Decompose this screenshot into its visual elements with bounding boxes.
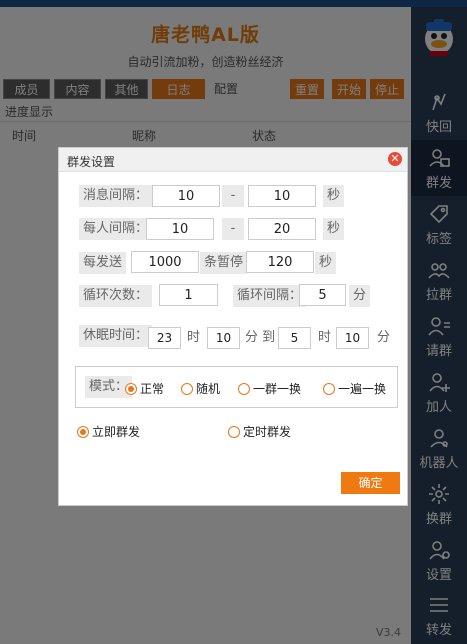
radio-label: 随机 <box>196 382 221 396</box>
loop-interval-input[interactable] <box>299 284 346 306</box>
seconds-unit: 秒 <box>323 185 345 207</box>
radio-label: 一群一换 <box>253 382 302 396</box>
confirm-button[interactable]: 确定 <box>341 472 400 494</box>
scheduled-send-radio[interactable]: 定时群发 <box>228 424 291 440</box>
loop-interval-label: 循环间隔： <box>233 285 307 307</box>
mode-normal-radio[interactable]: 正常 <box>125 381 164 397</box>
radio-dot <box>228 426 240 438</box>
send-now-radio[interactable]: 立即群发 <box>77 424 140 440</box>
minutes-unit: 分 <box>349 285 371 307</box>
person-interval-label: 每人间隔： <box>79 218 153 240</box>
range-separator: - <box>222 218 244 240</box>
mode-group: 模式： 正常 随机 一群一换 一遍一换 <box>75 366 398 408</box>
msg-interval-to-input[interactable] <box>248 185 316 207</box>
radio-dot <box>125 383 137 395</box>
minute-unit: 分 <box>377 330 391 345</box>
person-interval-to-input[interactable] <box>248 218 316 240</box>
sleep-start-hour-input[interactable] <box>148 327 181 349</box>
pause-every-label: 每发送 <box>79 252 127 274</box>
mass-send-settings-dialog: 群发设置 ✕ 消息间隔： - 秒 每人间隔： - 秒 每发送 条暂停 秒 循环次… <box>58 147 408 506</box>
person-interval-from-input[interactable] <box>146 218 214 240</box>
msg-interval-from-input[interactable] <box>152 185 220 207</box>
hour-unit: 时 <box>318 330 332 345</box>
seconds-unit: 秒 <box>315 252 337 274</box>
loop-count-input[interactable] <box>159 284 218 306</box>
sleep-time-label: 休眠时间： <box>79 325 153 347</box>
dialog-title: 群发设置 <box>67 155 116 169</box>
radio-dot <box>181 383 193 395</box>
radio-label: 定时群发 <box>243 425 292 439</box>
pause-count-input[interactable] <box>131 251 199 273</box>
radio-dot <box>323 383 335 395</box>
dialog-header: 群发设置 ✕ <box>59 148 407 172</box>
pause-mid-label: 条暂停 <box>200 252 248 274</box>
mode-random-radio[interactable]: 随机 <box>181 381 220 397</box>
radio-label: 立即群发 <box>92 425 141 439</box>
radio-label: 正常 <box>140 382 165 396</box>
mode-group-switch-radio[interactable]: 一群一换 <box>238 381 301 397</box>
mode-pass-switch-radio[interactable]: 一遍一换 <box>323 381 386 397</box>
sleep-end-hour-input[interactable] <box>278 327 311 349</box>
hour-unit: 时 <box>187 330 201 345</box>
sleep-end-minute-input[interactable] <box>336 327 369 349</box>
radio-label: 一遍一换 <box>338 382 387 396</box>
seconds-unit: 秒 <box>323 218 345 240</box>
msg-interval-label: 消息间隔： <box>79 185 153 207</box>
radio-dot <box>238 383 250 395</box>
range-separator: - <box>222 185 244 207</box>
minute-to-label: 分 到 <box>245 330 276 345</box>
close-icon[interactable]: ✕ <box>388 152 402 166</box>
pause-seconds-input[interactable] <box>246 251 314 273</box>
sleep-start-minute-input[interactable] <box>207 327 240 349</box>
radio-dot <box>77 426 89 438</box>
loop-count-label: 循环次数： <box>79 285 153 307</box>
